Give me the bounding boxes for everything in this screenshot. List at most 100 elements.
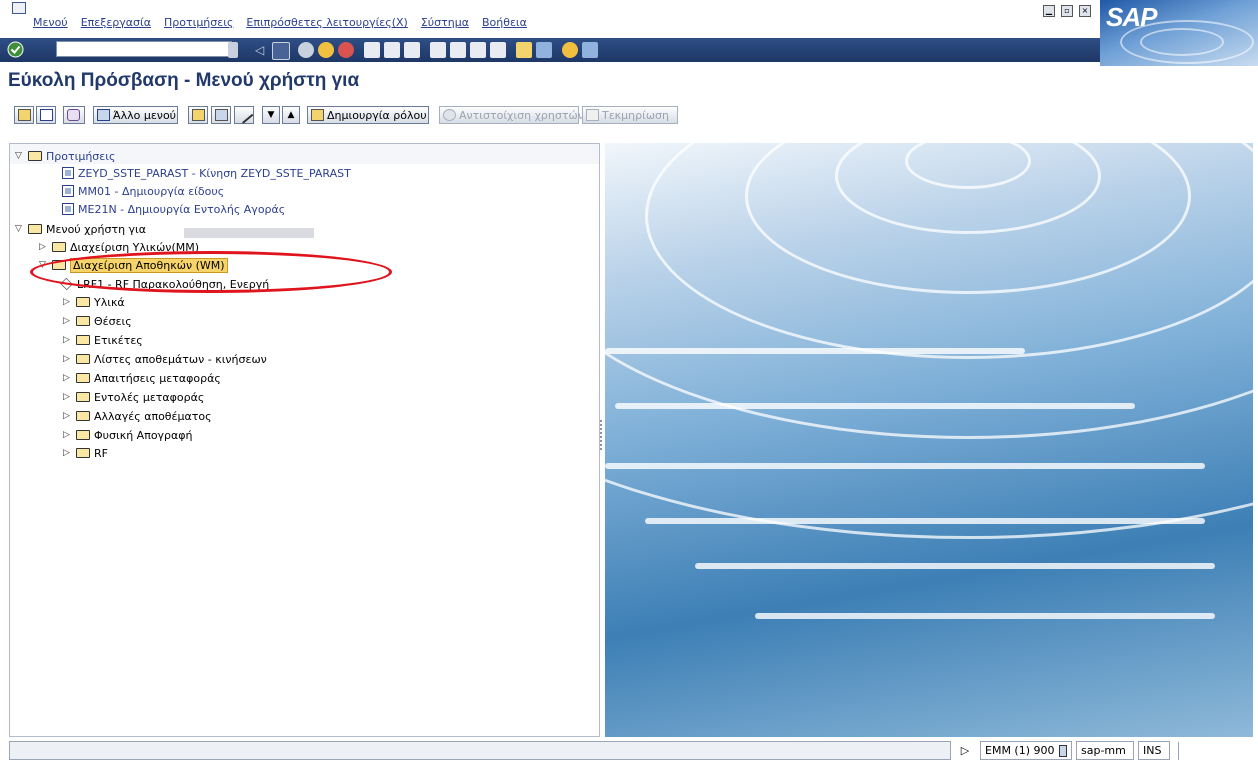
menu-item-favorites[interactable]: Προτιμήσεις [164,16,233,29]
next-page-icon[interactable] [470,42,486,58]
maximize-icon[interactable]: ▫ [1061,5,1073,17]
collapsed-triangle-icon[interactable]: ▷ [62,335,71,345]
tree-folder-wm[interactable]: ▷ Φυσική Απογραφή [62,426,193,444]
collapsed-triangle-icon[interactable]: ▷ [62,392,71,402]
layout-menu-icon[interactable] [582,42,598,58]
insert-mode[interactable]: INS [1138,741,1170,760]
folder-label: Εντολές μεταφοράς [94,390,205,404]
collapsed-triangle-icon[interactable]: ▷ [62,430,71,440]
print-icon[interactable] [364,42,380,58]
tree-folder-wm[interactable]: ▷ Αλλαγές αποθέματος [62,407,212,425]
previous-page-icon[interactable] [450,42,466,58]
create-menu-button[interactable] [188,106,208,124]
find-icon[interactable] [384,42,400,58]
help-icon[interactable] [562,42,578,58]
tree-folder-wm[interactable]: ▷ RF [62,444,108,462]
assign-users-button[interactable]: Αντιστοίχιση χρηστών [439,106,584,124]
collapsed-triangle-icon[interactable]: ▷ [38,242,47,252]
favorites-delete-button[interactable] [63,106,85,124]
tree-folder-wm[interactable]: ▷ Θέσεις [62,312,132,330]
collapsed-triangle-icon[interactable]: ▷ [62,316,71,326]
create-role-button[interactable]: Δημιουργία ρόλου [307,106,429,124]
back-icon[interactable] [298,42,314,58]
resize-grip[interactable] [1178,742,1251,760]
enter-check-icon[interactable] [7,41,24,58]
status-expand-icon[interactable]: ▷ [951,741,979,760]
move-down-button[interactable]: ▼ [262,106,280,124]
minimize-icon[interactable]: ▁ [1043,5,1055,17]
system-menu-icon[interactable] [12,2,26,14]
first-page-icon[interactable] [430,42,446,58]
status-message-field [9,741,951,760]
menu-item-help[interactable]: Βοήθεια [482,16,527,29]
tree-node-favorites[interactable]: ▽ Προτιμήσεις [14,147,115,165]
command-dropdown-icon[interactable] [228,42,238,58]
create-session-icon[interactable] [516,42,532,58]
tree-item-label: MM01 - Δημιουργία είδους [78,184,225,198]
tree-folder-wm[interactable]: ▷ Ετικέτες [62,331,143,349]
exit-icon[interactable] [318,42,334,58]
documentation-button[interactable]: Τεκμηρίωση [582,106,678,124]
collapsed-triangle-icon[interactable]: ▷ [62,411,71,421]
tree-folder-wm[interactable]: ▷ Υλικά [62,293,125,311]
folder-add-icon [18,109,31,121]
transaction-icon [62,185,74,197]
save-icon[interactable] [272,42,290,60]
edit-pencil-button[interactable] [234,106,254,124]
assign-users-label: Αντιστοίχιση χρηστών [459,108,584,122]
folder-label: RF [94,446,108,460]
shortcut-icon[interactable] [536,42,552,58]
move-up-button[interactable]: ▲ [282,106,300,124]
session-list-icon[interactable] [1058,744,1067,757]
menu-item-edit[interactable]: Επεξεργασία [81,16,151,29]
tree-item-fav-3[interactable]: ME21N - Δημιουργία Εντολής Αγοράς [62,200,285,218]
pencil-icon [235,106,254,124]
folder-label: Υλικά [94,295,125,309]
folder-icon [76,448,90,458]
transaction-icon [62,203,74,215]
folder-open-icon [28,224,42,234]
water-streak [645,518,1205,524]
menu-item-menu[interactable]: Μενού [33,16,68,29]
change-menu-button[interactable] [211,106,231,124]
find-next-icon[interactable] [404,42,420,58]
page-title: Εύκολη Πρόσβαση - Μενού χρήστη για [8,70,360,91]
folder-label: Ετικέτες [94,333,143,347]
favorites-edit-button[interactable] [36,106,56,124]
system-info-text: EMM (1) 900 [985,744,1055,757]
collapsed-triangle-icon[interactable]: ▷ [62,373,71,383]
folder-label: Φυσική Απογραφή [94,428,193,442]
tree-folder-wm[interactable]: ▷ Εντολές μεταφοράς [62,388,204,406]
tree-item-fav-2[interactable]: MM01 - Δημιουργία είδους [62,182,224,200]
expanded-triangle-icon[interactable]: ▽ [14,151,23,161]
expanded-triangle-icon[interactable]: ▽ [14,224,23,234]
favorites-insert-button[interactable] [14,106,34,124]
folder-label: Λίστες αποθεμάτων - κινήσεων [94,352,267,366]
back-arrow-icon[interactable]: ◁ [255,42,271,58]
favorites-label: Προτιμήσεις [46,149,116,163]
menu-item-system[interactable]: Σύστημα [421,16,469,29]
cancel-icon[interactable] [338,42,354,58]
tree-item-fav-1[interactable]: ZEYD_SSTE_PARAST - Κίνηση ZEYD_SSTE_PARA… [62,164,351,182]
last-page-icon[interactable] [490,42,506,58]
collapsed-triangle-icon[interactable]: ▷ [62,448,71,458]
folder-icon [76,411,90,421]
folder-icon [52,242,66,252]
command-field[interactable] [56,41,232,57]
other-menu-button[interactable]: Άλλο μενού [93,106,178,124]
water-streak [755,613,1215,619]
folder-icon [76,316,90,326]
folder-icon [76,335,90,345]
tree-folder-wm[interactable]: ▷ Λίστες αποθεμάτων - κινήσεων [62,350,267,368]
tree-folder-wm[interactable]: ▷ Απαιτήσεις μεταφοράς [62,369,221,387]
ripple-ring [605,143,1253,539]
collapsed-triangle-icon[interactable]: ▷ [62,354,71,364]
menu-item-extras[interactable]: Επιπρόσθετες λειτουργίες(X) [246,16,407,29]
tree-node-user-menu[interactable]: ▽ Μενού χρήστη για [14,220,146,238]
close-icon[interactable]: × [1079,5,1091,17]
system-info[interactable]: EMM (1) 900 [980,741,1072,760]
other-menu-label: Άλλο μενού [113,108,177,122]
document-icon [586,109,599,121]
window-icon [40,109,53,121]
collapsed-triangle-icon[interactable]: ▷ [62,297,71,307]
